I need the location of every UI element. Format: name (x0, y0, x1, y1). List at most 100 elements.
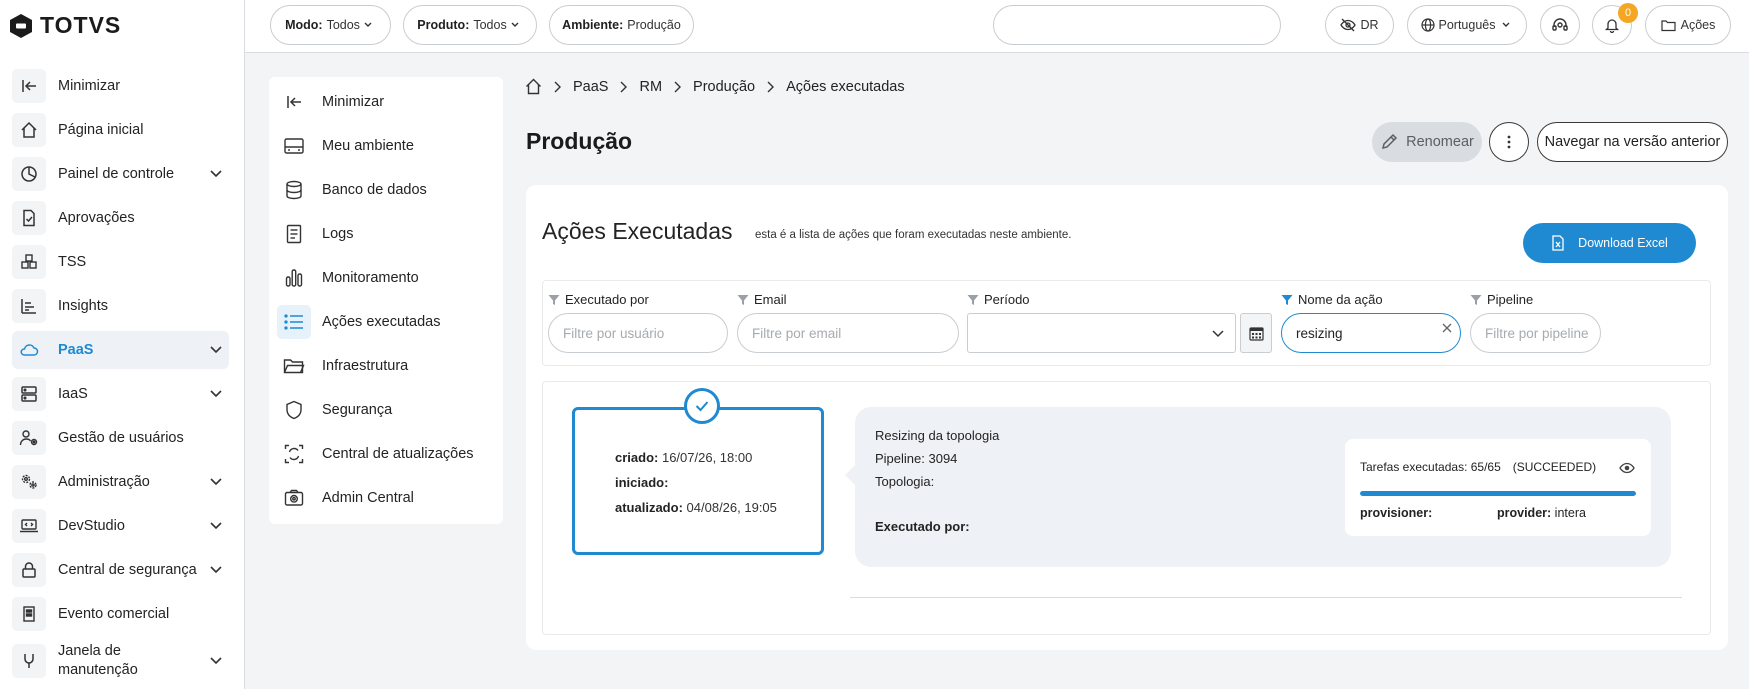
chevron-right-icon (619, 81, 628, 93)
gears-icon (12, 465, 46, 499)
nome-acao-input[interactable]: resizing (1281, 313, 1461, 353)
filter-funnel-active-icon[interactable] (1281, 294, 1293, 306)
home-icon[interactable] (525, 78, 542, 95)
headset-icon (1552, 18, 1568, 31)
actions-button[interactable]: Ações (1645, 5, 1731, 45)
sidebar-item-painel-de-controle[interactable]: Painel de controle (12, 155, 229, 193)
eye-icon[interactable] (1619, 462, 1635, 474)
top-bar: Modo: Todos Produto: Todos Ambiente: Pro… (245, 0, 1749, 53)
dr-toggle-button[interactable]: DR (1325, 5, 1394, 45)
chevron-down-icon[interactable] (209, 387, 223, 401)
tasks-summary-box: Tarefas executadas: 65/65 (SUCCEEDED) pro… (1345, 439, 1651, 536)
previous-version-button[interactable]: Navegar na versão anterior (1537, 122, 1728, 162)
filter-periodo-header: Período (967, 292, 1030, 307)
submenu-item-label: Ações executadas (322, 314, 441, 330)
camera-gear-icon (277, 481, 311, 515)
sidebar-item-minimizar[interactable]: Minimizar (12, 67, 229, 105)
paas-submenu: Minimizar Meu ambiente Banco de dados Lo… (269, 77, 503, 524)
modo-filter-dropdown[interactable]: Modo: Todos (270, 5, 391, 45)
pencil-icon (1382, 133, 1398, 150)
pipeline-input[interactable]: Filtre por pipeline (1470, 313, 1601, 353)
sidebar-item-janela-de-manutencao[interactable]: Janela de manutenção (12, 639, 229, 683)
filter-funnel-icon[interactable] (737, 294, 749, 306)
submenu-item-seguranca[interactable]: Segurança (277, 391, 495, 429)
submenu-item-monitoramento[interactable]: Monitoramento (277, 259, 495, 297)
sidebar-item-aprovacoes[interactable]: Aprovações (12, 199, 229, 237)
tasks-progress-fill (1360, 491, 1636, 496)
sidebar-item-label: Janela de manutenção (58, 643, 138, 678)
submenu-item-admin-central[interactable]: Admin Central (277, 479, 495, 517)
chevron-down-icon[interactable] (209, 343, 223, 357)
eye-off-icon (1340, 18, 1357, 32)
chevron-down-icon[interactable] (209, 167, 223, 181)
brand-name: TOTVS (40, 12, 122, 38)
email-input[interactable]: Filtre por email (737, 313, 959, 353)
chevron-down-icon[interactable] (209, 475, 223, 489)
sidebar-item-label: Central de segurança (58, 561, 197, 578)
breadcrumb-item-rm[interactable]: RM (639, 79, 662, 95)
brand-logo[interactable]: TOTVS (8, 12, 121, 39)
more-options-button[interactable] (1489, 122, 1529, 162)
sidebar-item-iaas[interactable]: IaaS (12, 375, 229, 413)
submenu-item-logs[interactable]: Logs (277, 215, 495, 253)
notifications-button[interactable]: 0 (1592, 3, 1638, 45)
chevron-down-icon (364, 22, 372, 27)
submenu-item-label: Banco de dados (322, 182, 427, 198)
chevron-down-icon[interactable] (209, 654, 223, 668)
sidebar-item-paas[interactable]: PaaS (12, 331, 229, 369)
chevron-down-icon[interactable] (209, 563, 223, 577)
submenu-item-minimizar[interactable]: Minimizar (277, 83, 495, 121)
filter-periodo-label: Período (984, 292, 1030, 307)
chevron-down-icon[interactable] (209, 519, 223, 533)
filter-pipeline-label: Pipeline (1487, 292, 1534, 307)
code-laptop-icon (12, 509, 46, 543)
submenu-item-central-de-atualizacoes[interactable]: Central de atualizações (277, 435, 495, 473)
bar-list-icon (12, 289, 46, 323)
collapse-left-icon (12, 69, 46, 103)
submenu-item-acoes-executadas[interactable]: Ações executadas (277, 303, 495, 341)
sidebar-item-administracao[interactable]: Administração (12, 463, 229, 501)
sidebar-item-label: Evento comercial (58, 605, 170, 622)
sidebar-item-central-de-seguranca[interactable]: Central de segurança (12, 551, 229, 589)
sidebar-item-evento-comercial[interactable]: Evento comercial (12, 595, 229, 633)
kebab-menu-icon (1507, 135, 1511, 149)
user-gear-icon (12, 421, 46, 455)
submenu-item-banco-de-dados[interactable]: Banco de dados (277, 171, 495, 209)
filters-bar: Executado por Filtre por usuário Email F… (542, 280, 1711, 366)
breadcrumb-item-paas[interactable]: PaaS (573, 79, 608, 95)
main-sidebar: TOTVS Minimizar Página inicial Painel de… (0, 0, 245, 689)
submenu-item-infraestrutura[interactable]: Infraestrutura (277, 347, 495, 385)
sidebar-item-label: Gestão de usuários (58, 429, 184, 446)
action-pipeline: Pipeline: 3094 (875, 451, 958, 466)
produto-filter-dropdown[interactable]: Produto: Todos (403, 5, 537, 45)
filter-funnel-icon[interactable] (1470, 294, 1482, 306)
sidebar-item-devstudio[interactable]: DevStudio (12, 507, 229, 545)
filter-funnel-icon[interactable] (967, 294, 979, 306)
periodo-select[interactable] (967, 313, 1236, 353)
server-icon (12, 377, 46, 411)
action-details-box: Resizing da topologia Pipeline: 3094 Top… (845, 407, 1671, 567)
ambiente-filter[interactable]: Ambiente: Produção (549, 5, 694, 45)
download-excel-button[interactable]: Download Excel (1523, 223, 1696, 263)
sidebar-item-pagina-inicial[interactable]: Página inicial (12, 111, 229, 149)
list-icon (277, 305, 311, 339)
breadcrumb-item-producao[interactable]: Produção (693, 79, 755, 95)
filter-executado-por-label: Executado por (565, 292, 649, 307)
bell-icon (1604, 19, 1620, 33)
filter-funnel-icon[interactable] (548, 294, 560, 306)
sidebar-item-gestao-de-usuarios[interactable]: Gestão de usuários (12, 419, 229, 457)
collapse-left-icon (277, 85, 311, 119)
submenu-item-meu-ambiente[interactable]: Meu ambiente (277, 127, 495, 165)
tasks-executed: Tarefas executadas: 65/65 (SUCCEEDED) (1360, 460, 1597, 474)
language-dropdown[interactable]: Português (1407, 5, 1527, 45)
sidebar-item-tss[interactable]: TSS (12, 243, 229, 281)
rename-button[interactable]: Renomear (1372, 122, 1482, 162)
filter-email-header: Email (737, 292, 787, 307)
executado-por-input[interactable]: Filtre por usuário (548, 313, 728, 353)
sidebar-item-insights[interactable]: Insights (12, 287, 229, 325)
clear-icon[interactable] (1442, 323, 1452, 333)
support-button[interactable] (1540, 5, 1580, 45)
global-search-input[interactable] (993, 5, 1281, 45)
calendar-button[interactable] (1240, 313, 1272, 353)
refresh-frame-icon (277, 437, 311, 471)
